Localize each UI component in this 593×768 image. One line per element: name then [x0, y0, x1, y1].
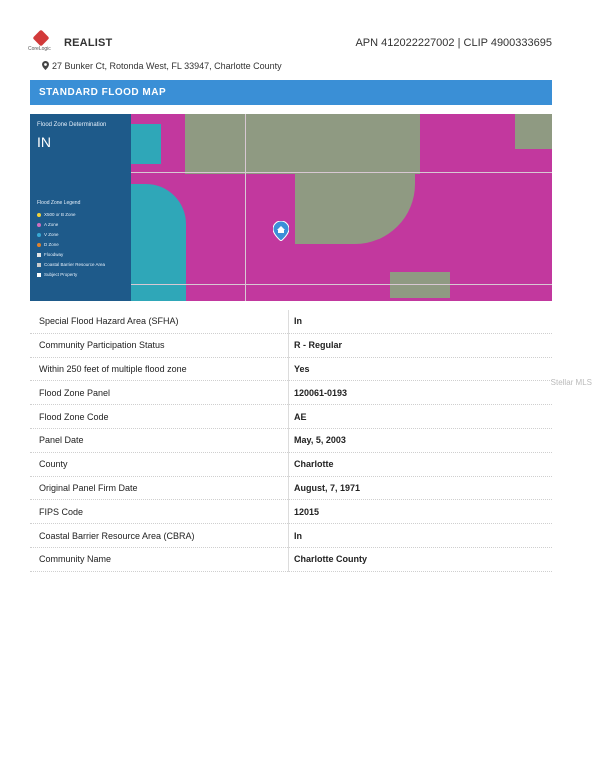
table-row: Community Participation Status R - Regula… — [30, 333, 552, 358]
road — [245, 114, 246, 301]
corelogic-logo: CoreLogic — [28, 29, 52, 54]
row-label: Community Participation Status — [30, 333, 289, 358]
row-value: R - Regular — [288, 333, 552, 358]
urban-area — [515, 114, 552, 149]
house-icon — [37, 272, 41, 277]
road — [131, 284, 552, 285]
flood-info-table: Special Flood Hazard Area (SFHA) In Commu… — [30, 310, 552, 572]
apn-clip: APN 412022227002 | CLIP 4900333695 — [355, 37, 552, 49]
row-label: FIPS Code — [30, 499, 289, 525]
legend-swatch-icon — [37, 232, 41, 237]
subject-property-marker-icon — [273, 221, 289, 241]
row-value: Charlotte — [288, 452, 552, 477]
legend-item: Coastal Barrier Resource Area — [37, 262, 105, 267]
legend-item: Floodway — [37, 252, 63, 257]
flood-zone-determination-value: IN — [37, 134, 51, 150]
row-label: County — [30, 452, 289, 477]
legend-item: X500 or B Zone — [37, 212, 76, 217]
legend-swatch-icon — [37, 212, 41, 217]
legend-item: Subject Property — [37, 272, 77, 277]
logo-mark-icon — [32, 29, 50, 47]
urban-area — [390, 272, 450, 298]
row-label: Special Flood Hazard Area (SFHA) — [30, 310, 289, 334]
legend-item: V Zone — [37, 232, 59, 237]
legend-item: A Zone — [37, 222, 58, 227]
logo-text: CoreLogic — [28, 46, 51, 52]
row-value: In — [288, 523, 552, 548]
table-row: Panel Date May, 5, 2003 — [30, 428, 552, 453]
row-value: 12015 — [288, 499, 552, 525]
row-value: Charlotte County — [288, 547, 552, 572]
table-row: County Charlotte — [30, 452, 552, 477]
address-text: 27 Bunker Ct, Rotonda West, FL 33947, Ch… — [52, 61, 282, 71]
legend-item: D Zone — [37, 242, 59, 247]
row-value: Yes — [288, 357, 552, 382]
table-row: Original Panel Firm Date August, 7, 1971 — [30, 476, 552, 501]
report-header: CoreLogic REALIST APN 412022227002 | CLI… — [28, 29, 552, 54]
row-label: Within 250 feet of multiple flood zone — [30, 357, 289, 382]
flood-zone-determination-label: Flood Zone Determination — [37, 122, 107, 128]
watermark-text: Stellar MLS — [550, 378, 592, 387]
table-row: Community Name Charlotte County — [30, 547, 552, 572]
table-row: Within 250 feet of multiple flood zone Ye… — [30, 357, 552, 382]
legend-swatch-icon — [37, 262, 41, 267]
row-label: Original Panel Firm Date — [30, 476, 289, 501]
urban-area — [185, 114, 420, 174]
row-label: Flood Zone Panel — [30, 380, 289, 406]
table-row: Flood Zone Code AE — [30, 404, 552, 429]
table-row: Special Flood Hazard Area (SFHA) In — [30, 310, 552, 334]
flood-map: Flood Zone Determination IN Flood Zone L… — [30, 114, 552, 301]
legend-swatch-icon — [37, 242, 41, 247]
row-value: In — [288, 310, 552, 334]
row-value: August, 7, 1971 — [288, 476, 552, 501]
table-row: Flood Zone Panel 120061-0193 — [30, 380, 552, 406]
row-label: Coastal Barrier Resource Area (CBRA) — [30, 523, 289, 548]
legend-swatch-icon — [37, 222, 41, 227]
section-banner: STANDARD FLOOD MAP — [30, 80, 552, 105]
location-pin-icon — [42, 61, 49, 70]
legend-swatch-icon — [37, 252, 41, 257]
table-row: FIPS Code 12015 — [30, 499, 552, 525]
table-row: Coastal Barrier Resource Area (CBRA) In — [30, 523, 552, 548]
property-address: 27 Bunker Ct, Rotonda West, FL 33947, Ch… — [42, 61, 282, 71]
row-label: Flood Zone Code — [30, 404, 289, 429]
row-value: AE — [288, 404, 552, 429]
legend-title: Flood Zone Legend — [37, 200, 81, 206]
brand-name: REALIST — [64, 37, 113, 49]
row-label: Panel Date — [30, 428, 289, 453]
row-value: May, 5, 2003 — [288, 428, 552, 453]
water-body — [131, 124, 161, 164]
row-label: Community Name — [30, 547, 289, 572]
banner-title: STANDARD FLOOD MAP — [39, 87, 167, 98]
map-sidebar: Flood Zone Determination IN Flood Zone L… — [30, 114, 131, 301]
row-value: 120061-0193 — [288, 380, 552, 406]
urban-area — [295, 169, 415, 244]
road — [131, 172, 552, 173]
